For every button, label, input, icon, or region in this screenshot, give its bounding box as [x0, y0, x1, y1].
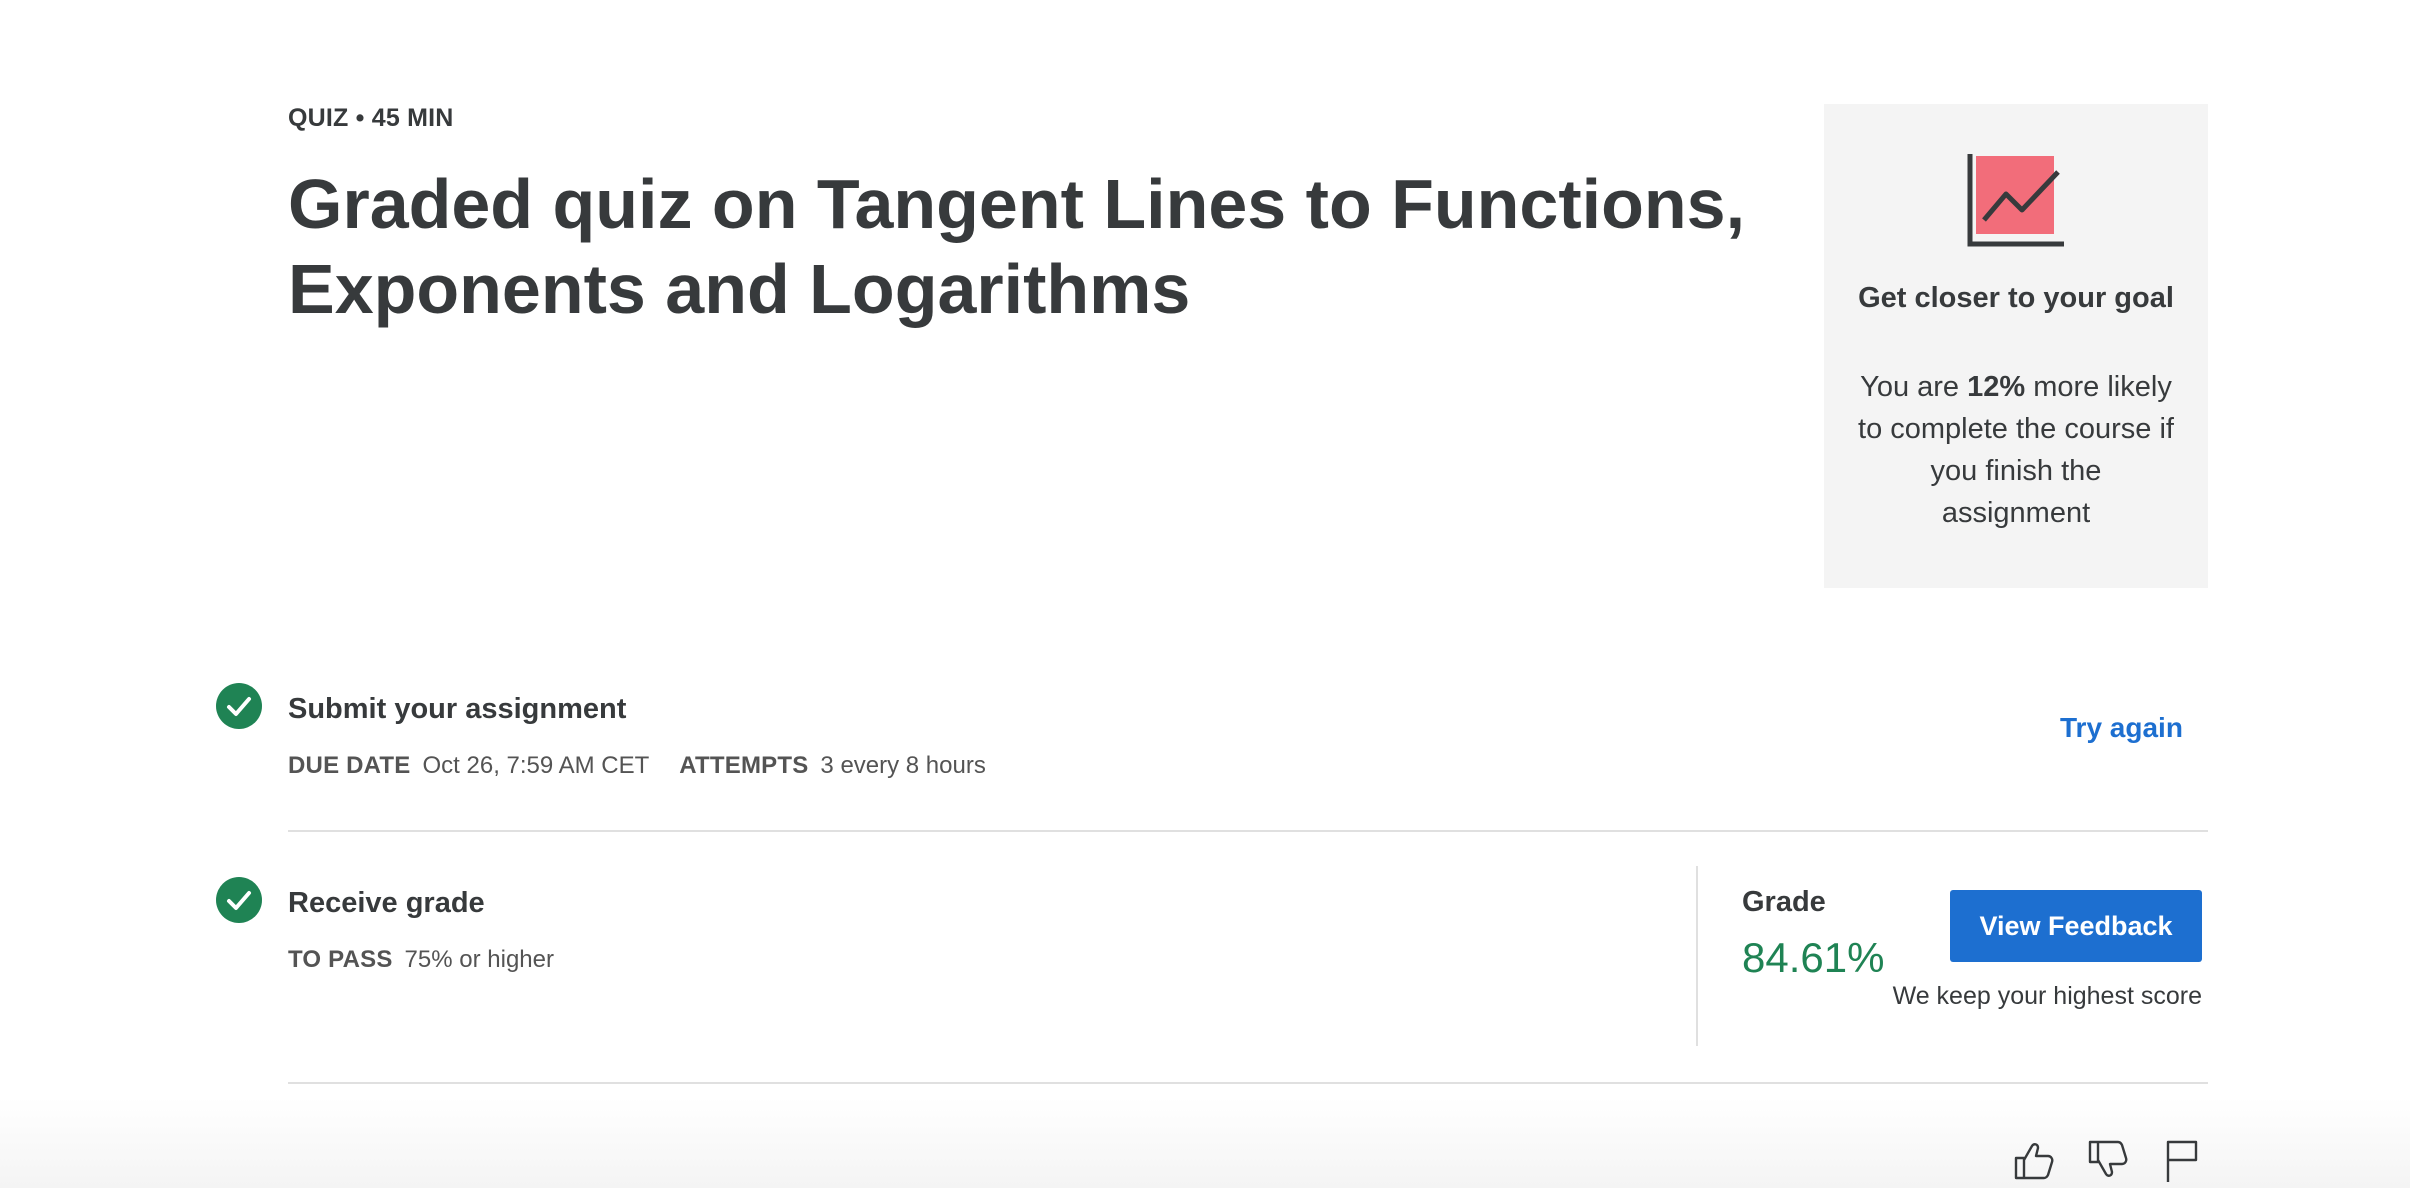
- trending-chart-icon: [1967, 154, 2064, 247]
- grade-step-title: Receive grade: [288, 887, 485, 919]
- check-circle-icon: [216, 683, 262, 729]
- due-date-value: Oct 26, 7:59 AM CET: [422, 752, 650, 779]
- goal-body-prefix: You are: [1860, 371, 1968, 403]
- section-divider: [288, 830, 2208, 832]
- due-date-label: DUE DATE: [288, 752, 411, 779]
- thumbs-down-icon[interactable]: [2084, 1136, 2132, 1184]
- goal-body: You are 12% more likely to complete the …: [1854, 366, 2178, 534]
- goal-heading: Get closer to your goal: [1858, 282, 2174, 314]
- goal-body-highlight: 12%: [1967, 371, 2026, 403]
- grade-divider: [1696, 866, 1698, 1046]
- feedback-toolbar: [2010, 1136, 2206, 1184]
- thumbs-up-icon[interactable]: [2010, 1136, 2058, 1184]
- grade-value: 84.61%: [1742, 934, 1885, 981]
- page-title: Graded quiz on Tangent Lines to Function…: [288, 165, 1746, 328]
- goal-card: Get closer to your goal You are 12% more…: [1824, 104, 2208, 588]
- check-circle-icon: [216, 877, 262, 923]
- attempts-value: 3 every 8 hours: [820, 752, 986, 779]
- try-again-link[interactable]: Try again: [2060, 712, 2183, 744]
- submit-details: DUE DATE Oct 26, 7:59 AM CET ATTEMPTS 3 eve…: [288, 752, 1016, 780]
- quiz-meta: QUIZ • 45 MIN: [288, 104, 454, 132]
- flag-icon[interactable]: [2158, 1136, 2206, 1184]
- highest-score-note: We keep your highest score: [1892, 982, 2202, 1010]
- quiz-page: QUIZ • 45 MIN Graded quiz on Tangent Lin…: [0, 0, 2410, 1188]
- grade-label: Grade: [1742, 886, 1826, 918]
- attempts-label: ATTEMPTS: [679, 752, 809, 779]
- section-divider: [288, 1082, 2208, 1084]
- view-feedback-button[interactable]: View Feedback: [1950, 890, 2202, 962]
- pass-details: TO PASS 75% or higher: [288, 946, 584, 974]
- to-pass-label: TO PASS: [288, 946, 393, 973]
- to-pass-value: 75% or higher: [404, 946, 554, 973]
- submit-step-title: Submit your assignment: [288, 693, 627, 725]
